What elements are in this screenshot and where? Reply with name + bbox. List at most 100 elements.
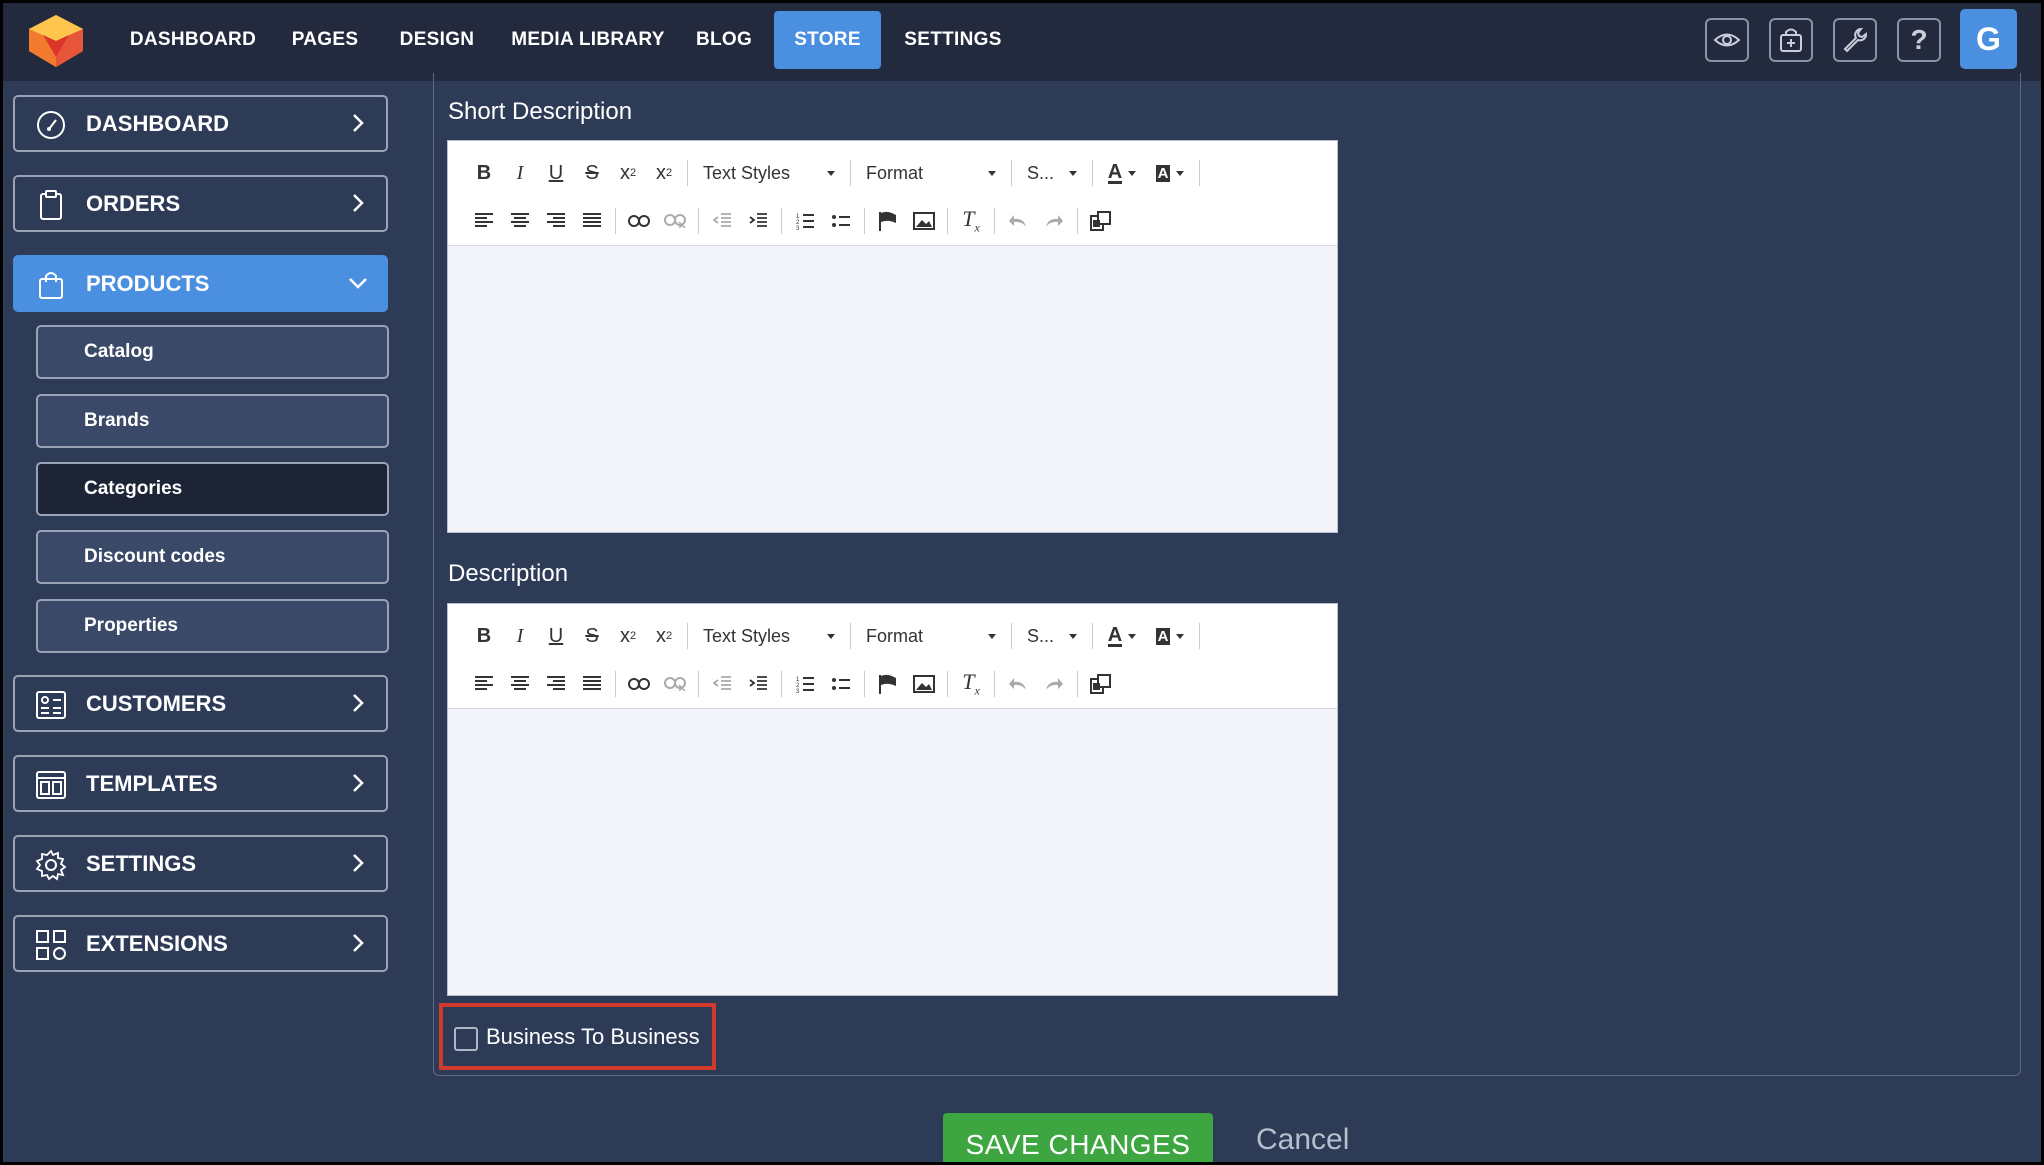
cancel-button[interactable]: Cancel [1256,1123,1349,1157]
sidebar-subitem-catalog[interactable]: Catalog [36,325,389,379]
description-textarea[interactable] [448,710,1337,995]
link-icon [628,678,650,690]
align-center-button[interactable] [502,667,538,701]
size-dropdown[interactable]: S... [1017,619,1087,653]
numbered-list-button[interactable]: 123 [787,204,823,238]
bullet-list-button[interactable] [823,667,859,701]
anchor-button[interactable] [870,204,906,238]
caret-down-icon [1176,633,1185,639]
size-dropdown[interactable]: S... [1017,156,1087,190]
sidebar-item-dashboard[interactable]: DASHBOARD [13,95,388,152]
undo-icon [1009,215,1026,227]
sidebar-item-templates[interactable]: TEMPLATES [13,755,388,812]
avatar[interactable]: G [1960,9,2017,69]
align-left-button[interactable] [466,204,502,238]
format-dropdown[interactable]: Format [856,156,1006,190]
text-styles-dropdown[interactable]: Text Styles [693,156,845,190]
image-button[interactable] [906,667,942,701]
nav-pages[interactable]: PAGES [283,11,367,69]
subscript-button[interactable]: x2 [610,619,646,653]
sidebar-subitem-properties[interactable]: Properties [36,599,389,653]
logo-icon[interactable] [25,11,87,71]
preview-button[interactable] [1705,18,1749,62]
link-button[interactable] [621,204,657,238]
bullet-list-button[interactable] [823,204,859,238]
image-button[interactable] [906,204,942,238]
nav-media-library[interactable]: MEDIA LIBRARY [508,11,668,69]
underline-button[interactable]: U [538,156,574,190]
superscript-button[interactable]: x2 [646,156,682,190]
unlink-button[interactable] [657,667,693,701]
remove-format-button[interactable]: Tx [953,667,989,701]
underline-button[interactable]: U [538,619,574,653]
italic-button[interactable]: I [502,156,538,190]
format-dropdown[interactable]: Format [856,619,1006,653]
text-styles-dropdown[interactable]: Text Styles [693,619,845,653]
strikethrough-button[interactable]: S [574,156,610,190]
unlink-button[interactable] [657,204,693,238]
nav-store[interactable]: STORE [774,11,881,69]
nav-dashboard[interactable]: DASHBOARD [123,11,263,69]
outdent-button[interactable] [704,204,740,238]
store-button[interactable] [1769,18,1813,62]
align-center-button[interactable] [502,204,538,238]
short-description-textarea[interactable] [448,247,1337,532]
clipboard-icon [40,190,62,220]
nav-blog[interactable]: BLOG [691,11,757,69]
tools-button[interactable] [1833,18,1877,62]
link-button[interactable] [621,667,657,701]
remove-format-button[interactable]: Tx [953,204,989,238]
save-changes-button[interactable]: SAVE CHANGES [943,1113,1213,1162]
help-button[interactable]: ? [1897,18,1941,62]
align-right-button[interactable] [538,667,574,701]
bold-button[interactable]: B [466,619,502,653]
text-color-button[interactable]: A [1098,156,1146,190]
shopping-bag-icon [39,272,63,299]
justify-button[interactable] [574,667,610,701]
align-left-button[interactable] [466,667,502,701]
nav-design[interactable]: DESIGN [388,11,486,69]
outdent-button[interactable] [704,667,740,701]
wrench-icon [1843,27,1867,53]
numbered-list-button[interactable]: 123 [787,667,823,701]
sidebar-subitem-categories[interactable]: Categories [36,462,389,516]
sidebar-item-products[interactable]: PRODUCTS [13,255,388,312]
source-button[interactable] [1083,204,1119,238]
source-icon [1090,211,1111,231]
b2b-label[interactable]: Business To Business [486,1007,700,1067]
sidebar-item-extensions[interactable]: EXTENSIONS [13,915,388,972]
chevron-right-icon [353,194,364,212]
strikethrough-button[interactable]: S [574,619,610,653]
indent-icon [749,213,767,227]
sidebar-subitem-discount-codes[interactable]: Discount codes [36,530,389,584]
subscript-button[interactable]: x2 [610,156,646,190]
italic-button[interactable]: I [502,619,538,653]
gear-icon [35,849,67,881]
anchor-button[interactable] [870,667,906,701]
bold-button[interactable]: B [466,156,502,190]
nav-settings[interactable]: SETTINGS [900,11,1006,69]
superscript-button[interactable]: x2 [646,619,682,653]
source-button[interactable] [1083,667,1119,701]
undo-button[interactable] [1000,667,1036,701]
extensions-icon [36,930,66,960]
background-color-button[interactable]: A [1146,619,1194,653]
justify-button[interactable] [574,204,610,238]
redo-button[interactable] [1036,667,1072,701]
outdent-icon [713,676,731,690]
redo-button[interactable] [1036,204,1072,238]
undo-button[interactable] [1000,204,1036,238]
sidebar-item-settings[interactable]: SETTINGS [13,835,388,892]
indent-button[interactable] [740,667,776,701]
text-color-button[interactable]: A [1098,619,1146,653]
sidebar-item-customers[interactable]: CUSTOMERS [13,675,388,732]
align-right-icon [547,213,565,227]
align-right-button[interactable] [538,204,574,238]
sidebar-item-orders[interactable]: ORDERS [13,175,388,232]
description-editor: B I U S x2 x2 Text Styles Format S... A … [447,603,1338,996]
sidebar-subitem-brands[interactable]: Brands [36,394,389,448]
unlink-icon [664,214,686,228]
b2b-checkbox[interactable] [454,1027,478,1051]
background-color-button[interactable]: A [1146,156,1194,190]
indent-button[interactable] [740,204,776,238]
